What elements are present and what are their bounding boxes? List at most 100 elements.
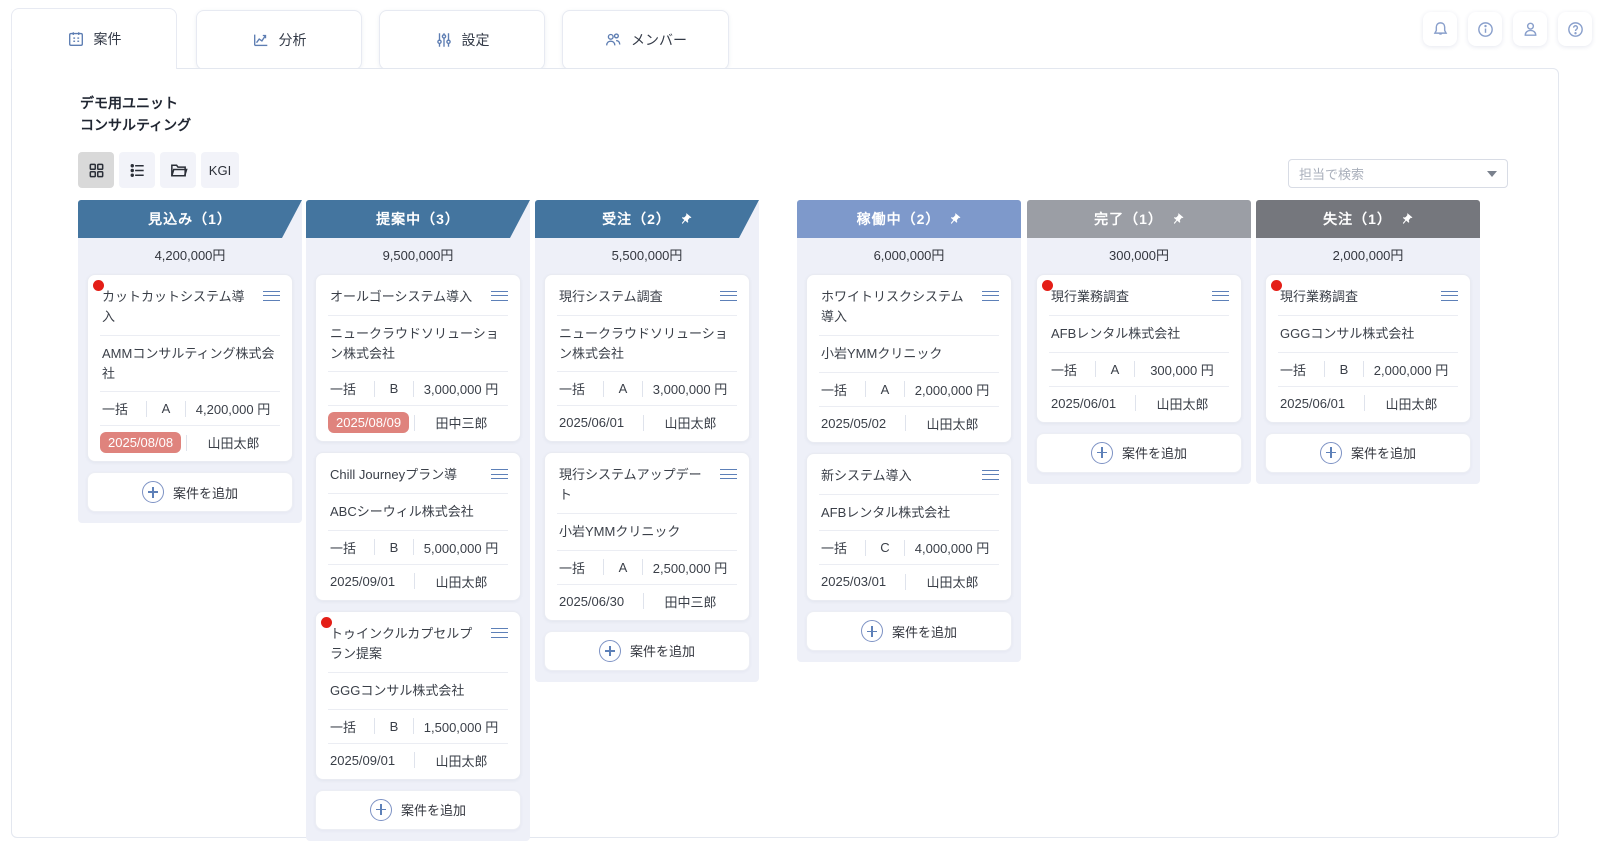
tab-deals-label: 案件 bbox=[94, 29, 122, 49]
unit-name: デモ用ユニット bbox=[80, 92, 191, 114]
add-deal-button[interactable]: 案件を追加 bbox=[544, 631, 750, 671]
deal-date: 2025/06/30 bbox=[557, 594, 643, 609]
tab-deals[interactable]: 案件 bbox=[11, 8, 177, 69]
deal-assignee: 山田太郎 bbox=[1365, 394, 1458, 413]
help-button[interactable] bbox=[1558, 12, 1592, 46]
deal-price: 2,000,000 円 bbox=[1364, 360, 1458, 379]
deal-card[interactable]: 現行システムアップデート 小岩YMMクリニック 一括 A 2,500,000 円… bbox=[544, 452, 750, 621]
plus-icon bbox=[861, 620, 883, 642]
tab-members[interactable]: メンバー bbox=[562, 10, 729, 70]
deal-title: ホワイトリスクシステム導入 bbox=[819, 287, 976, 327]
alert-dot bbox=[321, 617, 332, 628]
add-deal-button[interactable]: 案件を追加 bbox=[806, 611, 1012, 651]
account-button[interactable] bbox=[1513, 12, 1547, 46]
deal-card[interactable]: 現行業務調査 AFBレンタル株式会社 一括 A 300,000 円 2025/0… bbox=[1036, 274, 1242, 423]
deal-title: 現行システムアップデート bbox=[557, 465, 714, 505]
column-won-header[interactable]: 受注（2） bbox=[535, 200, 759, 238]
add-deal-label: 案件を追加 bbox=[1351, 443, 1416, 462]
column-active: 稼働中（2） 6,000,000円 ホワイトリスクシステム導入 小岩YMMクリニ… bbox=[797, 200, 1021, 662]
deal-title: Chill Journeyプラン導 bbox=[328, 465, 485, 485]
add-deal-button[interactable]: 案件を追加 bbox=[87, 472, 293, 512]
column-proposal-header[interactable]: 提案中（3） bbox=[306, 200, 530, 238]
deal-grade: B bbox=[375, 381, 413, 396]
members-icon bbox=[604, 31, 622, 49]
deal-card[interactable]: 現行業務調査 GGGコンサル株式会社 一括 B 2,000,000 円 2025… bbox=[1265, 274, 1471, 423]
deal-company: AFBレンタル株式会社 bbox=[819, 494, 999, 531]
pin-icon[interactable] bbox=[676, 210, 694, 228]
menu-icon[interactable] bbox=[982, 466, 999, 483]
menu-icon[interactable] bbox=[263, 287, 280, 304]
tab-analytics-label: 分析 bbox=[279, 30, 307, 50]
deal-card[interactable]: 現行システム調査 ニュークラウドソリューション株式会社 一括 A 3,000,0… bbox=[544, 274, 750, 442]
deal-contract: 一括 bbox=[819, 380, 865, 399]
deal-company: AFBレンタル株式会社 bbox=[1049, 315, 1229, 352]
column-won: 受注（2） 5,500,000円 現行システム調査 ニュークラウドソリューション… bbox=[535, 200, 759, 682]
assignee-filter-select[interactable]: 担当で検索 bbox=[1288, 159, 1508, 188]
deal-assignee: 田中三郎 bbox=[415, 413, 508, 432]
column-lost-header[interactable]: 失注（1） bbox=[1256, 200, 1480, 238]
menu-icon[interactable] bbox=[982, 287, 999, 304]
deal-card[interactable]: オールゴーシステム導入 ニュークラウドソリューション株式会社 一括 B 3,00… bbox=[315, 274, 521, 442]
menu-icon[interactable] bbox=[491, 287, 508, 304]
add-deal-button[interactable]: 案件を追加 bbox=[1036, 433, 1242, 473]
tab-settings[interactable]: 設定 bbox=[379, 10, 545, 70]
notifications-button[interactable] bbox=[1423, 12, 1457, 46]
kgi-view-button[interactable]: KGI bbox=[201, 152, 239, 188]
deal-assignee: 山田太郎 bbox=[415, 751, 508, 770]
pin-icon[interactable] bbox=[1397, 210, 1415, 228]
tab-analytics[interactable]: 分析 bbox=[196, 10, 362, 70]
info-button[interactable] bbox=[1468, 12, 1502, 46]
grid-view-button[interactable] bbox=[78, 152, 114, 188]
info-icon bbox=[1476, 20, 1495, 39]
deal-title: 現行業務調査 bbox=[1049, 287, 1206, 307]
deals-icon bbox=[67, 30, 85, 48]
deal-date: 2025/06/01 bbox=[1049, 396, 1135, 411]
column-done-header[interactable]: 完了（1） bbox=[1027, 200, 1251, 238]
list-icon bbox=[128, 161, 147, 180]
kgi-label: KGI bbox=[209, 163, 231, 178]
add-deal-label: 案件を追加 bbox=[892, 622, 957, 641]
deal-contract: 一括 bbox=[557, 558, 603, 577]
analytics-icon bbox=[252, 31, 270, 49]
column-prospect: 見込み（1） 4,200,000円 カットカットシステム導入 AMMコンサルティ… bbox=[78, 200, 302, 523]
menu-icon[interactable] bbox=[1441, 287, 1458, 304]
deal-date: 2025/09/01 bbox=[328, 574, 414, 589]
deal-company: ニュークラウドソリューション株式会社 bbox=[328, 315, 508, 371]
deal-title: 新システム導入 bbox=[819, 466, 976, 486]
menu-icon[interactable] bbox=[491, 624, 508, 641]
deal-contract: 一括 bbox=[1278, 360, 1324, 379]
column-prospect-header[interactable]: 見込み（1） bbox=[78, 200, 302, 238]
list-view-button[interactable] bbox=[119, 152, 155, 188]
unit-team: コンサルティング bbox=[80, 114, 191, 136]
add-deal-button[interactable]: 案件を追加 bbox=[1265, 433, 1471, 473]
menu-icon[interactable] bbox=[720, 465, 737, 482]
deal-grade: B bbox=[1325, 362, 1363, 377]
chevron-down-icon bbox=[1487, 171, 1497, 177]
add-deal-button[interactable]: 案件を追加 bbox=[315, 790, 521, 830]
deal-card[interactable]: トゥインクルカプセルプラン提案 GGGコンサル株式会社 一括 B 1,500,0… bbox=[315, 611, 521, 780]
menu-icon[interactable] bbox=[720, 287, 737, 304]
alert-dot bbox=[93, 280, 104, 291]
pin-icon[interactable] bbox=[946, 210, 964, 228]
app-window: 案件 分析 設定 メンバー デモ用ユニット コンサルティング KGI bbox=[0, 0, 1610, 842]
deal-card[interactable]: ホワイトリスクシステム導入 小岩YMMクリニック 一括 A 2,000,000 … bbox=[806, 274, 1012, 443]
deal-card[interactable]: 新システム導入 AFBレンタル株式会社 一括 C 4,000,000 円 202… bbox=[806, 453, 1012, 602]
column-total: 2,000,000円 bbox=[1256, 238, 1480, 274]
deal-price: 300,000 円 bbox=[1135, 360, 1229, 379]
folder-icon bbox=[169, 161, 188, 180]
menu-icon[interactable] bbox=[1212, 287, 1229, 304]
deal-assignee: 山田太郎 bbox=[187, 433, 280, 452]
deal-date: 2025/03/01 bbox=[819, 574, 905, 589]
deal-grade: A bbox=[604, 381, 642, 396]
deal-date-badge: 2025/08/09 bbox=[328, 412, 414, 433]
unit-title: デモ用ユニット コンサルティング bbox=[80, 92, 191, 136]
folder-view-button[interactable] bbox=[160, 152, 196, 188]
pin-icon[interactable] bbox=[1168, 210, 1186, 228]
menu-icon[interactable] bbox=[491, 465, 508, 482]
deal-card[interactable]: Chill Journeyプラン導 ABCシーウィル株式会社 一括 B 5,00… bbox=[315, 452, 521, 601]
alert-dot bbox=[1271, 280, 1282, 291]
deal-card[interactable]: カットカットシステム導入 AMMコンサルティング株式会社 一括 A 4,200,… bbox=[87, 274, 293, 462]
column-active-header[interactable]: 稼働中（2） bbox=[797, 200, 1021, 238]
deal-company: ABCシーウィル株式会社 bbox=[328, 493, 508, 530]
deal-company: 小岩YMMクリニック bbox=[819, 335, 999, 372]
